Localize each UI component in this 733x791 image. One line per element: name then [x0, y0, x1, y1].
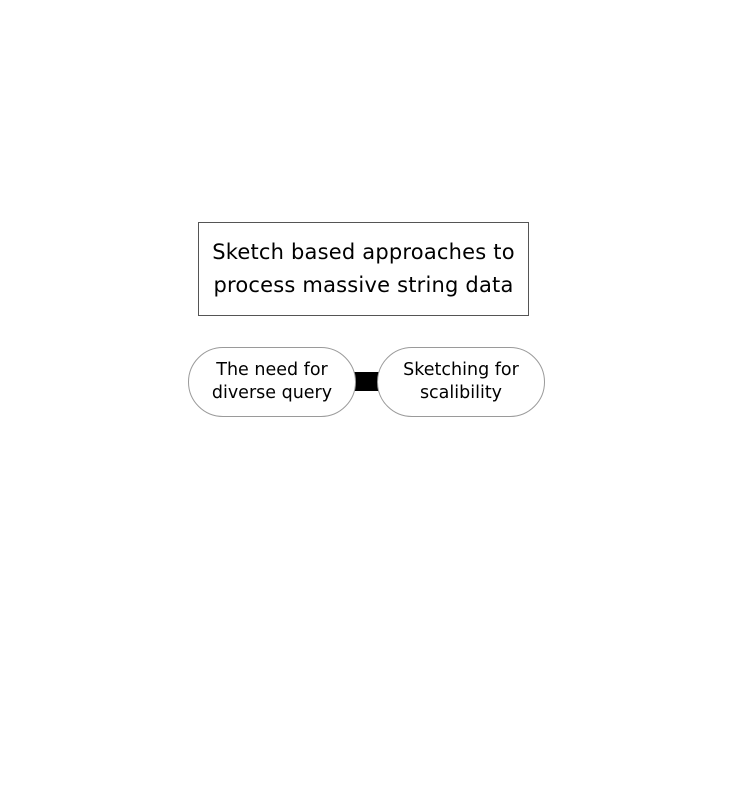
child-node-need-for-diverse-query: The need for diverse query	[188, 347, 356, 417]
root-node-line-1: Sketch based approaches to	[212, 240, 515, 264]
child-node-line-1: The need for	[216, 360, 328, 380]
child-node-line-2: scalibility	[419, 383, 503, 403]
child-node-line-1: Sketching for	[403, 360, 519, 380]
child-node-line-2: diverse query	[211, 383, 333, 403]
root-node-line-2: process massive string data	[213, 273, 514, 297]
child-node-sketching-for-scalibility: Sketching for scalibility	[377, 347, 545, 417]
root-node: Sketch based approaches to process massi…	[198, 222, 529, 316]
